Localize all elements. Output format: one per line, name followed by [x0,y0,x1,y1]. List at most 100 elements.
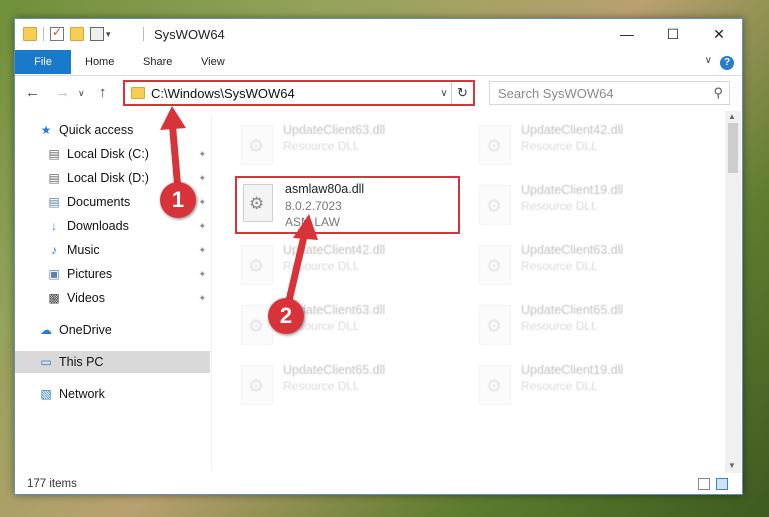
file-item[interactable]: UpdateClient65.dll Resource DLL [471,297,691,353]
file-type: Resource DLL [283,379,360,393]
status-bar: 177 items [15,473,742,495]
maximize-button[interactable]: ☐ [650,19,696,49]
scrollbar-thumb[interactable] [728,123,738,173]
annotation-marker-1: 1 [160,182,196,218]
file-item[interactable]: UpdateClient65.dll Resource DLL [233,357,453,413]
videos-icon: ▩ [48,291,60,305]
pin-icon[interactable]: ✦ [198,245,206,256]
help-icon[interactable]: ? [720,56,734,70]
file-name: UpdateClient65.dll [283,363,386,377]
up-arrow-icon[interactable]: ↑ [99,84,107,101]
sidebar-item-downloads[interactable]: ↓ Downloads ✦ [15,215,210,237]
file-item[interactable]: UpdateClient19.dll Resource DLL [471,357,691,413]
file-name: UpdateClient65.dll [521,303,624,317]
quick-access-toolbar: ▾ [23,25,111,42]
ribbon-tabs: File Home Share View ∨ ? [15,50,742,76]
search-input[interactable]: Search SysWOW64 ⚲ [489,81,730,105]
file-version: 8.0.2.7023 [285,199,342,213]
file-item[interactable]: UpdateClient63.dll Resource DLL [233,117,453,173]
dll-file-icon [241,245,273,285]
file-item[interactable]: UpdateClient19.dll Resource DLL [471,177,691,233]
sidebar-item-pictures[interactable]: ▣ Pictures ✦ [15,263,210,285]
minimize-button[interactable]: — [604,19,650,49]
dll-file-icon [479,185,511,225]
file-name: UpdateClient63.dll [283,123,386,137]
pin-icon[interactable]: ✦ [198,293,206,304]
pin-icon[interactable]: ✦ [198,269,206,280]
highlighted-file-item[interactable]: ⚙ asmlaw80a.dll 8.0.2.7023 ASM LAW [235,176,460,234]
close-button[interactable]: ✕ [696,19,742,49]
tab-view[interactable]: View [187,50,239,74]
sidebar-item-this-pc[interactable]: ▭ This PC [15,351,210,373]
chevron-down-icon[interactable]: ∨ [705,55,712,66]
view-options-icon[interactable] [90,27,104,41]
details-view-icon[interactable] [698,478,710,490]
pane-divider[interactable] [211,115,212,470]
refresh-icon[interactable]: ↻ [451,82,473,104]
file-name: asmlaw80a.dll [285,182,365,196]
sidebar-item-label: Downloads [67,219,129,233]
search-placeholder: Search SysWOW64 [498,85,614,101]
address-bar[interactable]: C:\Windows\SysWOW64 ∨ ↻ [123,80,475,106]
file-type: Resource DLL [283,259,360,273]
file-type: Resource DLL [521,139,598,153]
window-title: SysWOW64 [154,27,225,42]
star-icon: ★ [40,123,52,137]
sidebar-item-onedrive[interactable]: ☁ OneDrive [15,319,210,341]
sidebar-item-label: Local Disk (D:) [67,171,149,185]
file-name: UpdateClient42.dll [521,123,624,137]
file-item[interactable]: UpdateClient63.dll Resource DLL [233,297,453,353]
navigation-bar: ← → ∨ ↑ C:\Windows\SysWOW64 ∨ ↻ Search S… [15,77,742,109]
toolbar-dropdown-icon[interactable]: ▾ [106,29,111,40]
file-name: UpdateClient19.dll [521,363,624,377]
sidebar-item-label: Local Disk (C:) [67,147,149,161]
back-arrow-icon[interactable]: ← [25,84,40,101]
folder-icon [131,87,145,99]
pin-icon[interactable]: ✦ [198,197,206,208]
dll-file-icon [241,125,273,165]
file-type: Resource DLL [283,139,360,153]
computer-icon: ▭ [40,355,52,369]
dll-file-icon [241,365,273,405]
forward-arrow-icon[interactable]: → [55,84,70,101]
sidebar-item-music[interactable]: ♪ Music ✦ [15,239,210,261]
scroll-up-icon[interactable]: ▲ [728,112,736,121]
sidebar-item-videos[interactable]: ▩ Videos ✦ [15,287,210,309]
file-item[interactable]: UpdateClient63.dll Resource DLL [471,237,691,293]
dll-file-icon: ⚙ [243,184,273,222]
navigation-pane: ★ Quick access ▤ Local Disk (C:) ✦ ▤ Loc… [15,115,210,470]
pin-icon[interactable]: ✦ [198,173,206,184]
file-item[interactable]: UpdateClient42.dll Resource DLL [233,237,453,293]
item-count: 177 items [27,478,77,490]
vertical-scrollbar[interactable]: ▲ ▼ [725,111,741,473]
pictures-icon: ▣ [48,267,60,281]
address-text[interactable]: C:\Windows\SysWOW64 [151,86,437,101]
tab-file[interactable]: File [15,50,71,74]
tab-share[interactable]: Share [129,50,186,74]
sidebar-item-local-disk-c[interactable]: ▤ Local Disk (C:) ✦ [15,143,210,165]
sidebar-item-network[interactable]: ▧ Network [15,383,210,405]
explorer-window: ▾ SysWOW64 — ☐ ✕ File Home Share View ∨ … [14,18,743,495]
sidebar-item-label: Quick access [59,123,134,137]
download-icon: ↓ [51,219,57,233]
dll-file-icon [479,245,511,285]
pin-icon[interactable]: ✦ [198,221,206,232]
tiles-view-icon[interactable] [716,478,728,490]
drive-icon: ▤ [48,147,60,161]
sidebar-item-label: OneDrive [59,323,112,337]
recent-dropdown-icon[interactable]: ∨ [78,88,85,99]
tab-home[interactable]: Home [71,50,128,74]
title-bar: ▾ SysWOW64 — ☐ ✕ [15,19,742,49]
drive-icon: ▤ [48,171,60,185]
file-type: Resource DLL [521,379,598,393]
network-icon: ▧ [40,387,52,401]
chevron-down-icon[interactable]: ∨ [437,88,451,99]
scroll-down-icon[interactable]: ▼ [728,461,736,470]
new-folder-icon[interactable] [70,27,84,41]
file-name: UpdateClient19.dll [521,183,624,197]
file-item[interactable]: UpdateClient42.dll Resource DLL [471,117,691,173]
pin-icon[interactable]: ✦ [198,149,206,160]
properties-check-icon[interactable] [50,25,64,41]
sidebar-item-quick-access[interactable]: ★ Quick access [15,119,210,141]
search-icon[interactable]: ⚲ [713,85,723,101]
